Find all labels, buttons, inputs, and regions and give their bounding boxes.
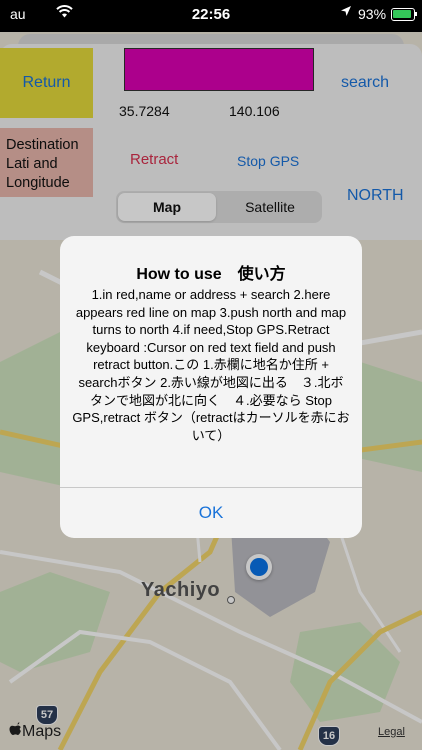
battery-percent: 93% [358, 6, 387, 22]
how-to-use-alert: How to use 使い方 1.in red,name or address … [60, 236, 362, 538]
alert-message: 1.in red,name or address + search 2.here… [72, 287, 350, 443]
battery-charging-icon [391, 8, 417, 21]
status-bar: au 22:56 93% [0, 0, 422, 32]
alert-title: How to use 使い方 [136, 266, 286, 283]
location-arrow-icon [340, 5, 352, 20]
ok-button[interactable]: OK [60, 488, 362, 538]
